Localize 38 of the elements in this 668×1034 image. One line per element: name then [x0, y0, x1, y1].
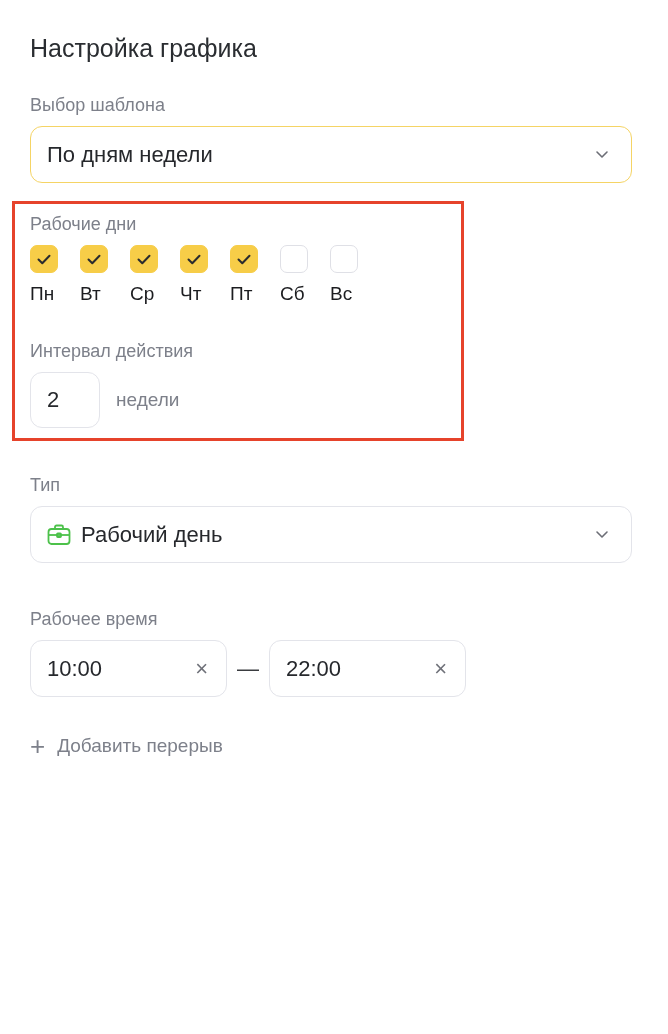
day-checkbox[interactable]	[30, 245, 58, 273]
day-checkbox[interactable]	[280, 245, 308, 273]
interval-unit: недели	[116, 389, 180, 411]
briefcase-icon	[47, 523, 71, 546]
field-label: Выбор шаблона	[30, 95, 166, 116]
end-time-field[interactable]: 22:00 ×	[269, 640, 466, 697]
template-select[interactable]: По дням недели	[30, 126, 632, 183]
field-label: Тип	[30, 475, 61, 496]
start-time-field[interactable]: 10:00 ×	[30, 640, 227, 697]
check-icon	[37, 253, 51, 265]
check-icon	[137, 253, 151, 265]
check-icon	[87, 253, 101, 265]
interval-input[interactable]: 2	[30, 372, 100, 428]
day-checkbox[interactable]	[230, 245, 258, 273]
add-break-button[interactable]: + Добавить перерыв	[30, 733, 223, 759]
day-label: Чт	[180, 283, 202, 305]
day-checkbox[interactable]	[80, 245, 108, 273]
day-label: Пн	[30, 283, 55, 305]
check-icon	[237, 253, 251, 265]
range-dash: —	[237, 655, 259, 682]
day-label: Вс	[330, 283, 353, 305]
clear-button[interactable]: ×	[195, 655, 208, 682]
field-label: Рабочие дни	[30, 214, 138, 235]
type-select[interactable]: Рабочий день	[30, 506, 632, 563]
field-label: Рабочее время	[30, 609, 159, 630]
day-label: Сб	[280, 283, 305, 305]
page-title: Настройка графика	[30, 34, 258, 63]
day-label: Вт	[80, 283, 101, 305]
check-icon	[187, 253, 201, 265]
day-checkbox[interactable]	[130, 245, 158, 273]
chevron-down-icon	[595, 530, 609, 539]
day-checkbox[interactable]	[180, 245, 208, 273]
day-label: Пт	[230, 283, 253, 305]
day-label: Ср	[130, 283, 155, 305]
clear-button[interactable]: ×	[434, 655, 447, 682]
day-checkbox[interactable]	[330, 245, 358, 273]
field-label: Интервал действия	[30, 341, 194, 362]
chevron-down-icon	[595, 150, 609, 159]
